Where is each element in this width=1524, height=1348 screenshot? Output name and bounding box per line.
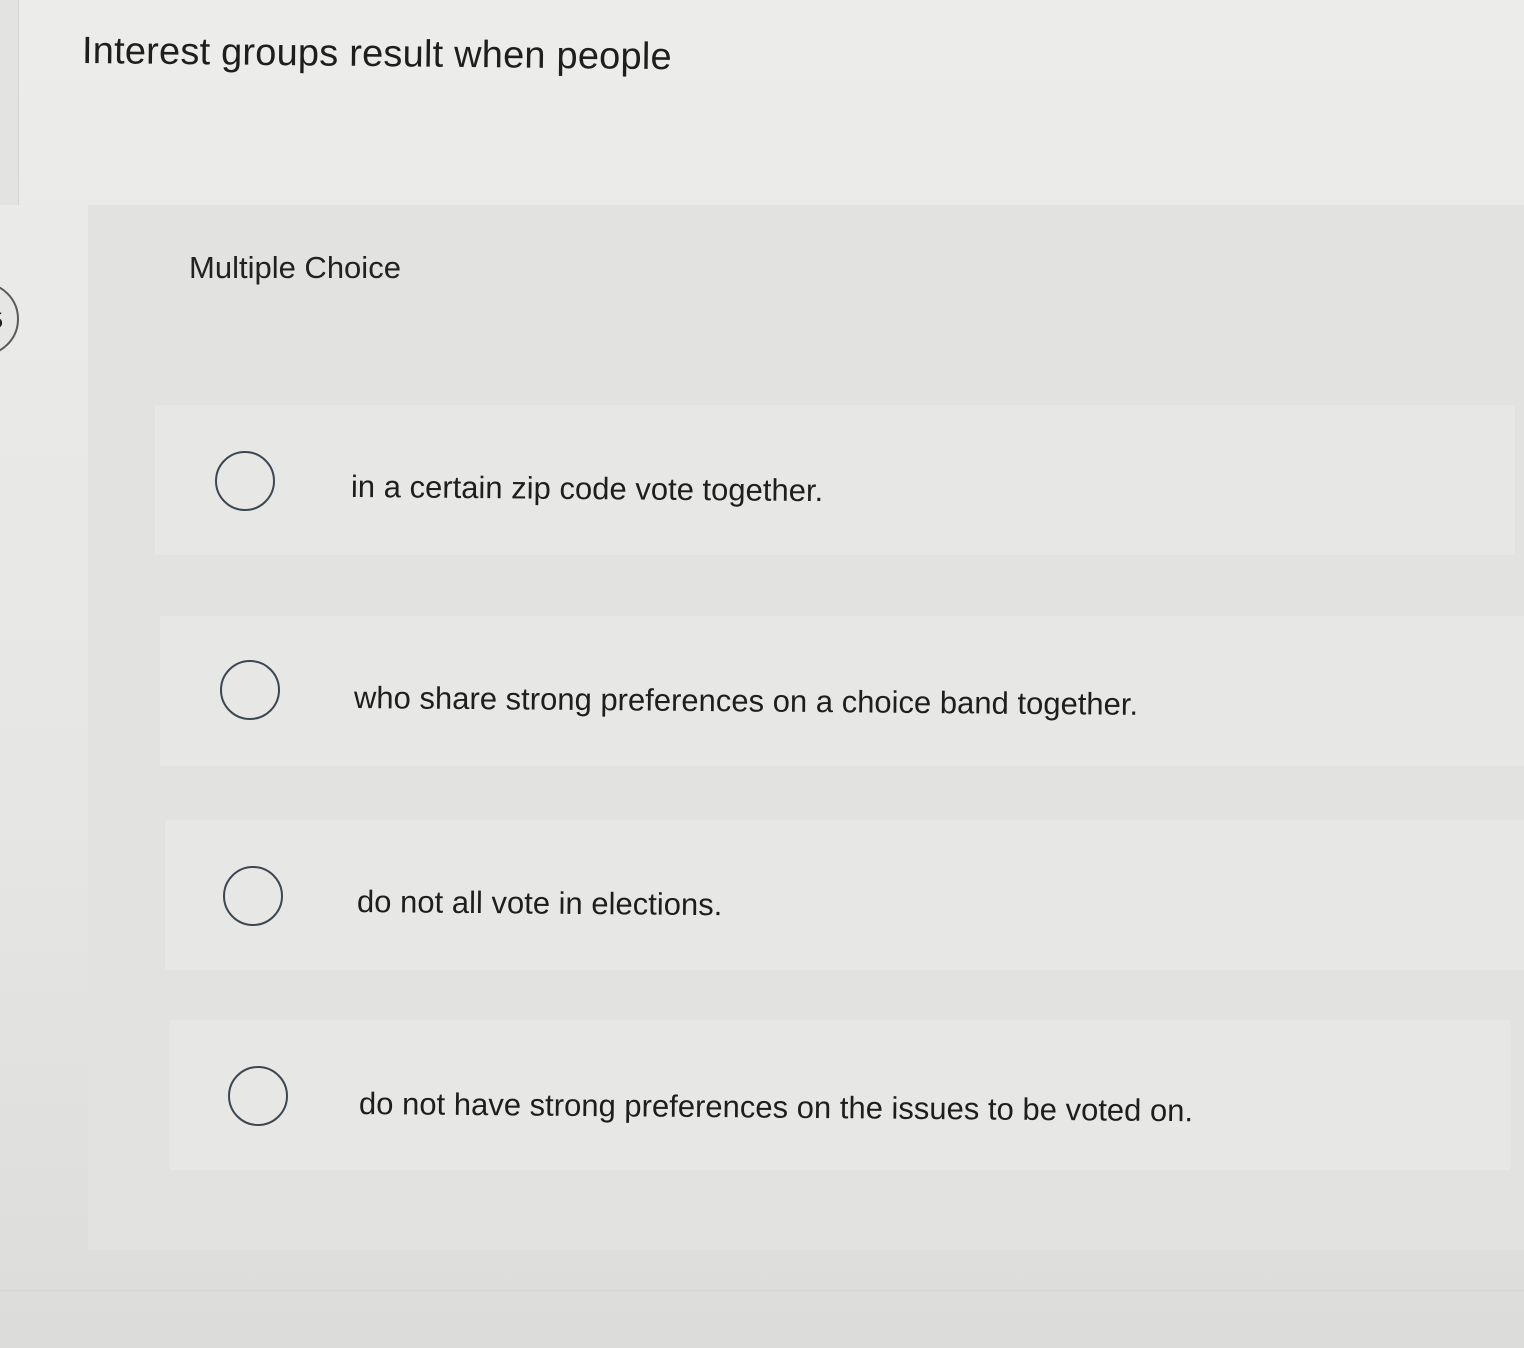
footer-divider: [0, 1290, 1524, 1291]
radio-button-4[interactable]: [228, 1066, 288, 1126]
choice-option-4[interactable]: do not have strong preferences on the is…: [170, 1020, 1510, 1170]
quiz-page: 5 Interest groups result when people Mul…: [0, 0, 1524, 1348]
choice-option-3[interactable]: do not all vote in elections.: [165, 820, 1524, 970]
choice-text-3: do not all vote in elections.: [356, 884, 723, 923]
left-rail: [0, 0, 19, 205]
choice-text-2: who share strong preferences on a choice…: [353, 680, 1139, 722]
radio-button-1[interactable]: [215, 451, 275, 511]
choice-option-1[interactable]: in a certain zip code vote together.: [155, 405, 1515, 555]
choice-option-2[interactable]: who share strong preferences on a choice…: [160, 616, 1524, 766]
question-type-label: Multiple Choice: [189, 250, 401, 285]
radio-button-2[interactable]: [220, 660, 280, 720]
question-number-badge[interactable]: 5: [0, 282, 19, 356]
question-prompt: Interest groups result when people: [81, 30, 673, 79]
choice-text-4: do not have strong preferences on the is…: [358, 1086, 1194, 1129]
choice-text-1: in a certain zip code vote together.: [350, 469, 824, 509]
radio-button-3[interactable]: [223, 866, 283, 926]
